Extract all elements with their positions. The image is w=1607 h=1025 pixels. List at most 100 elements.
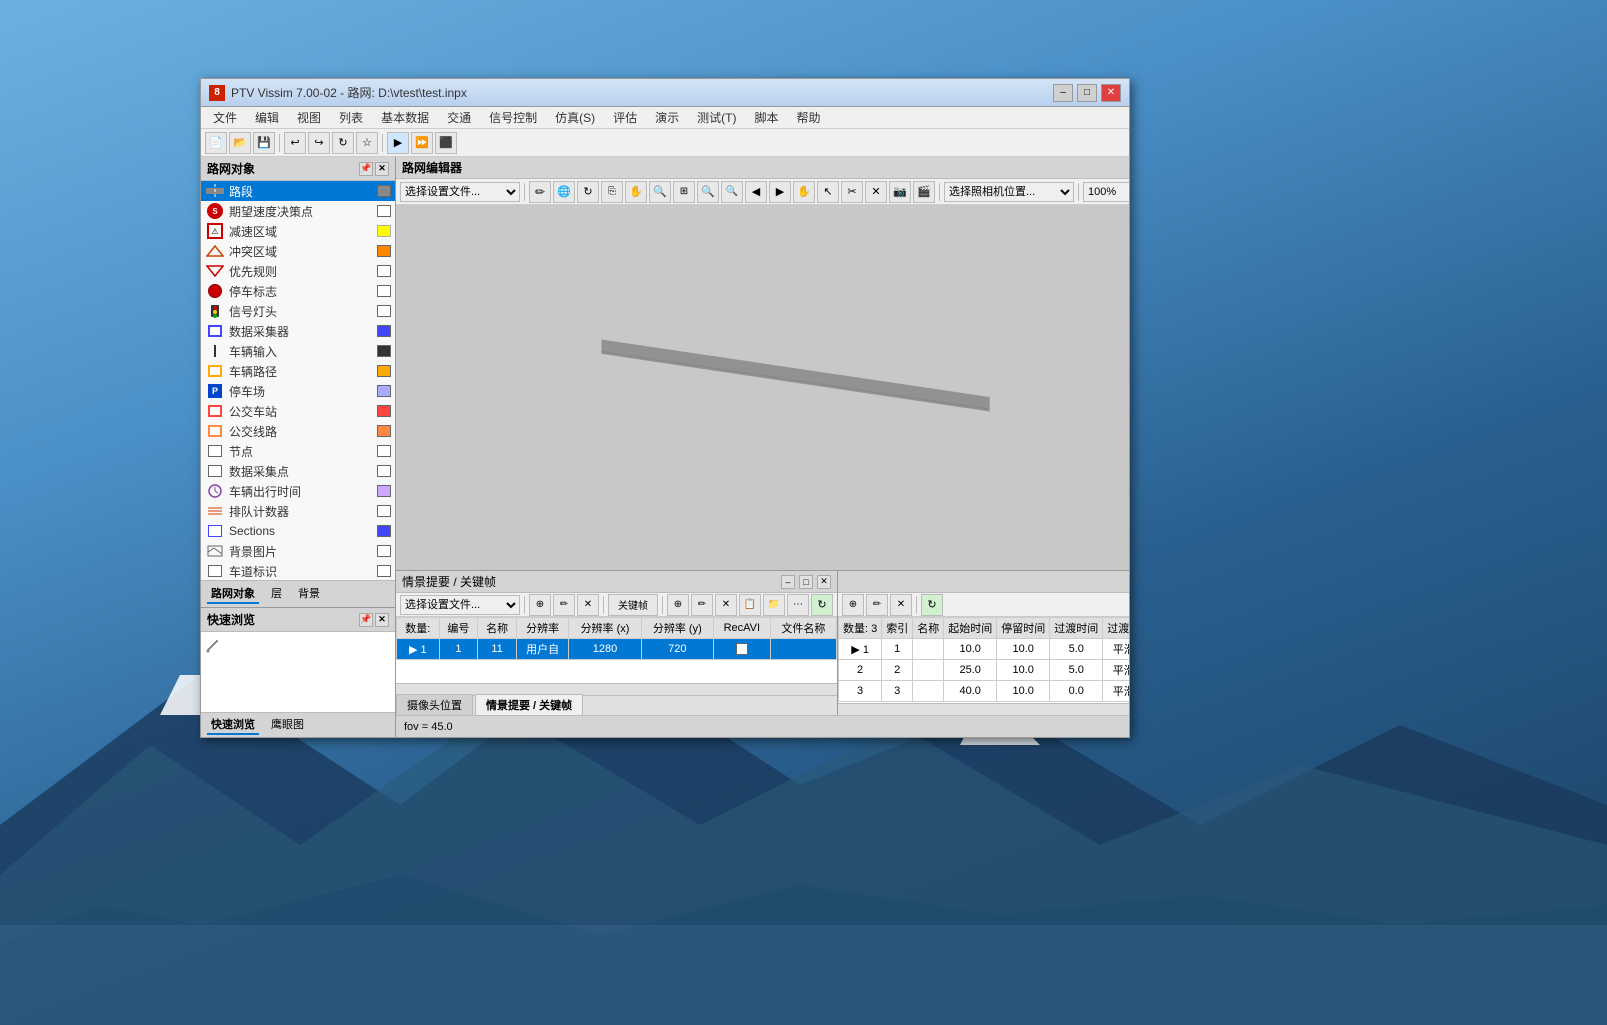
network-item-vehinput[interactable]: 车辆输入 xyxy=(201,341,395,361)
kf-h-scrollbar[interactable] xyxy=(838,703,1129,715)
menu-help[interactable]: 帮助 xyxy=(788,107,828,128)
kf-row-2[interactable]: 2 2 25.0 10.0 5.0 平滑的 2: 2 xyxy=(839,660,1130,681)
recavi-checkbox[interactable] xyxy=(736,643,748,655)
pan-tool[interactable]: ✋ xyxy=(793,181,815,203)
network-item-node[interactable]: 节点 xyxy=(201,441,395,461)
table-row[interactable]: ▶ 1 1 11 用户自 1280 720 xyxy=(397,639,837,660)
sit-edit[interactable]: ✏ xyxy=(553,594,575,616)
tab-situation[interactable]: 情景提要 / 关键帧 xyxy=(475,694,583,715)
network-item-traveltime[interactable]: 车辆出行时间 xyxy=(201,481,395,501)
network-item-lane-mark[interactable]: 车道标识 xyxy=(201,561,395,580)
nav-left[interactable]: ◀ xyxy=(745,181,767,203)
kf-edit[interactable]: ✏ xyxy=(866,594,888,616)
bookmark-button[interactable]: ☆ xyxy=(356,132,378,154)
network-item-queue[interactable]: 排队计数器 xyxy=(201,501,395,521)
photo-tool[interactable]: 📷 xyxy=(889,181,911,203)
open-button[interactable]: 📂 xyxy=(229,132,251,154)
play-button[interactable]: ▶ xyxy=(387,132,409,154)
zoom-tool[interactable]: 🔍 xyxy=(697,181,719,203)
sit-settings-select[interactable]: 选择设置文件... xyxy=(400,595,520,615)
cursor-tool[interactable]: ↖ xyxy=(817,181,839,203)
undo-button[interactable]: ↩ xyxy=(284,132,306,154)
network-item-parking[interactable]: P 停车场 xyxy=(201,381,395,401)
network-item-conflict[interactable]: 冲突区域 xyxy=(201,241,395,261)
sit-tool6[interactable]: ⋯ xyxy=(787,594,809,616)
network-item-background[interactable]: 背景图片 xyxy=(201,541,395,561)
kf-row-1[interactable]: ▶ 1 1 10.0 10.0 5.0 平滑的 1: 1 xyxy=(839,639,1130,660)
tool-x[interactable]: ✕ xyxy=(865,181,887,203)
network-item-priority[interactable]: 优先规则 xyxy=(201,261,395,281)
network-item-road[interactable]: 路段 xyxy=(201,181,395,201)
network-item-sections[interactable]: Sections xyxy=(201,521,395,541)
canvas-area[interactable] xyxy=(396,205,1129,570)
menu-file[interactable]: 文件 xyxy=(205,107,245,128)
tab-quick-browse[interactable]: 快速浏览 xyxy=(207,715,259,735)
zoom-out-tool[interactable]: 🔍 xyxy=(721,181,743,203)
tab-layers[interactable]: 层 xyxy=(267,584,286,604)
search-tool[interactable]: 🔍 xyxy=(649,181,671,203)
menu-view[interactable]: 视图 xyxy=(289,107,329,128)
save-button[interactable]: 💾 xyxy=(253,132,275,154)
nav-right[interactable]: ▶ xyxy=(769,181,791,203)
pin-button[interactable]: 📌 xyxy=(359,162,373,176)
kf-refresh[interactable]: ↻ xyxy=(921,594,943,616)
kf-delete[interactable]: ✕ xyxy=(890,594,912,616)
network-item-busroute[interactable]: 公交线路 xyxy=(201,421,395,441)
settings-file-select[interactable]: 选择设置文件... xyxy=(400,182,520,202)
pencil-tool[interactable]: ✏ xyxy=(529,181,551,203)
keyframe-btn[interactable]: 关键帧 xyxy=(608,594,658,616)
kf-row-3[interactable]: 3 3 40.0 10.0 0.0 平滑的 3: 3 xyxy=(839,681,1130,702)
network-item-datacollect[interactable]: 数据采集器 xyxy=(201,321,395,341)
menu-simulation[interactable]: 仿真(S) xyxy=(547,107,603,128)
step-button[interactable]: ⏩ xyxy=(411,132,433,154)
scissors-tool[interactable]: ✂ xyxy=(841,181,863,203)
grid-tool[interactable]: ⊞ xyxy=(673,181,695,203)
sit-tool2[interactable]: ✏ xyxy=(691,594,713,616)
sit-tool3[interactable]: ✕ xyxy=(715,594,737,616)
sit-tool1[interactable]: ⊕ xyxy=(667,594,689,616)
sit-btn1[interactable]: – xyxy=(781,575,795,589)
photo-tool2[interactable]: 🎬 xyxy=(913,181,935,203)
redo-button[interactable]: ↪ xyxy=(308,132,330,154)
refresh-tool[interactable]: ↻ xyxy=(577,181,599,203)
menu-traffic[interactable]: 交通 xyxy=(439,107,479,128)
minimize-button[interactable]: – xyxy=(1053,84,1073,102)
stop-button[interactable]: ⬛ xyxy=(435,132,457,154)
quick-browse-pin[interactable]: 📌 xyxy=(359,613,373,627)
network-item-stop[interactable]: 停车标志 xyxy=(201,281,395,301)
close-panel-button[interactable]: ✕ xyxy=(375,162,389,176)
network-item-datacollectpt[interactable]: 数据采集点 xyxy=(201,461,395,481)
tab-eagle-eye[interactable]: 鹰眼图 xyxy=(267,715,308,735)
network-item-busstop[interactable]: 公交车站 xyxy=(201,401,395,421)
new-button[interactable]: 📄 xyxy=(205,132,227,154)
camera-select[interactable]: 选择照相机位置... xyxy=(944,182,1074,202)
sit-tool4[interactable]: 📋 xyxy=(739,594,761,616)
network-item-decel[interactable]: ⚠ 减速区域 xyxy=(201,221,395,241)
menu-test[interactable]: 测试(T) xyxy=(689,107,744,128)
menu-edit[interactable]: 编辑 xyxy=(247,107,287,128)
menu-evaluate[interactable]: 评估 xyxy=(605,107,645,128)
maximize-button[interactable]: □ xyxy=(1077,84,1097,102)
sit-tool5[interactable]: 📁 xyxy=(763,594,785,616)
menu-demo[interactable]: 演示 xyxy=(647,107,687,128)
network-item-speed[interactable]: S 期望速度决策点 xyxy=(201,201,395,221)
tab-network-objects[interactable]: 路网对象 xyxy=(207,584,259,604)
sit-btn2[interactable]: □ xyxy=(799,575,813,589)
hand-tool[interactable]: ✋ xyxy=(625,181,647,203)
sit-delete[interactable]: ✕ xyxy=(577,594,599,616)
sit-refresh[interactable]: ↻ xyxy=(811,594,833,616)
close-button[interactable]: ✕ xyxy=(1101,84,1121,102)
globe-tool[interactable]: 🌐 xyxy=(553,181,575,203)
network-item-vehroute[interactable]: 车辆路径 xyxy=(201,361,395,381)
menu-script[interactable]: 脚本 xyxy=(746,107,786,128)
kf-add[interactable]: ⊕ xyxy=(842,594,864,616)
copy-tool[interactable]: ⎘ xyxy=(601,181,623,203)
zoom-select[interactable]: 100% xyxy=(1083,182,1129,202)
sit-btn3[interactable]: ✕ xyxy=(817,575,831,589)
menu-signal-control[interactable]: 信号控制 xyxy=(481,107,545,128)
sit-add[interactable]: ⊕ xyxy=(529,594,551,616)
rotate-button[interactable]: ↻ xyxy=(332,132,354,154)
network-item-signal[interactable]: 信号灯头 xyxy=(201,301,395,321)
tab-background[interactable]: 背景 xyxy=(294,584,324,604)
menu-list[interactable]: 列表 xyxy=(331,107,371,128)
